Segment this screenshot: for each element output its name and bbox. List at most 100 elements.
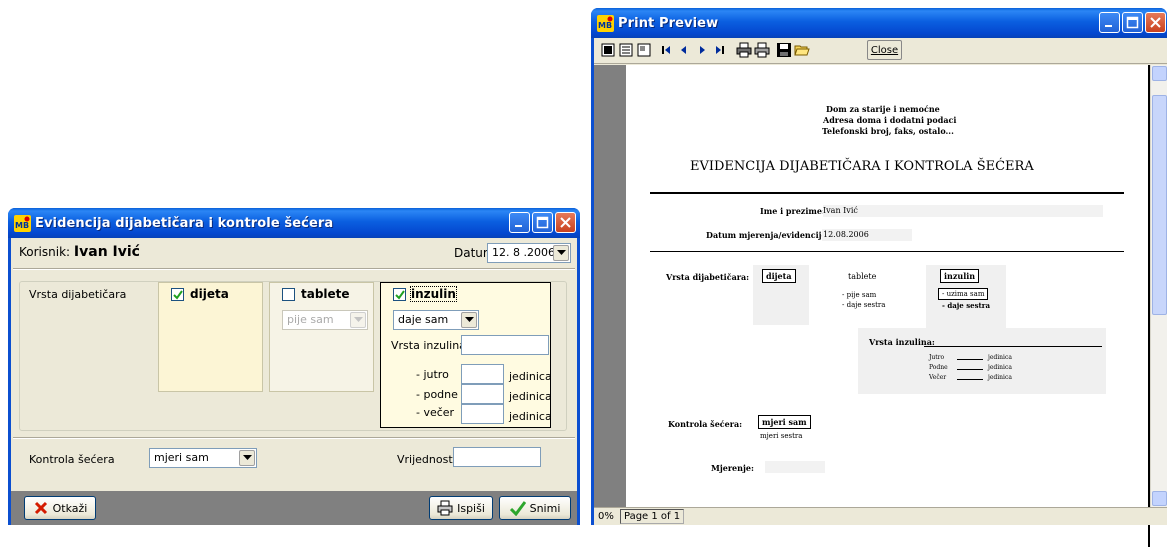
report-measure-label: Mjerenje: bbox=[711, 463, 754, 473]
scroll-down-button[interactable] bbox=[1152, 491, 1167, 506]
dose-jutro-label: - jutro bbox=[416, 368, 449, 381]
dose-podne-input[interactable] bbox=[461, 384, 504, 404]
printer-icon bbox=[437, 500, 453, 516]
report-page: Dom za starije i nemoćne Adresa doma i d… bbox=[626, 65, 1164, 547]
app-logo-icon: MB bbox=[14, 214, 31, 232]
form-title-bar[interactable]: MB Evidencija dijabetičara i kontrole še… bbox=[8, 208, 580, 238]
report-rule-mid bbox=[650, 251, 1124, 252]
print-preview-window: MB Print Preview Close Dom za starije i bbox=[591, 8, 1167, 547]
insulin-type-label: Vrsta inzulina: bbox=[391, 339, 470, 352]
inzulin-combo[interactable]: daje sam bbox=[393, 310, 479, 330]
report-title: EVIDENCIJA DIJABETIČARA I KONTROLA ŠEĆER… bbox=[690, 159, 1034, 174]
preview-title: Print Preview bbox=[618, 15, 719, 31]
minimize-button[interactable] bbox=[1099, 12, 1120, 33]
report-dijeta: dijeta bbox=[762, 269, 796, 283]
dose-jutro-input[interactable] bbox=[461, 364, 504, 384]
chevron-down-icon[interactable] bbox=[461, 312, 477, 328]
dose-podne-unit: jedinica bbox=[509, 390, 552, 403]
dose-jutro-unit: jedinica bbox=[509, 370, 552, 383]
print-button-label: Ispiši bbox=[457, 501, 485, 515]
svg-text:MB: MB bbox=[598, 21, 612, 30]
value-input[interactable] bbox=[453, 447, 541, 467]
preview-title-bar[interactable]: MB Print Preview bbox=[591, 8, 1167, 38]
cancel-button-label: Otkaži bbox=[52, 501, 88, 515]
one-page-view-icon[interactable] bbox=[600, 42, 616, 58]
report-name-value: Ivan Ivić bbox=[823, 206, 858, 215]
dijeta-panel: dijeta bbox=[158, 282, 263, 392]
report-tablete-opt-1: - pije sam bbox=[842, 291, 877, 299]
cancel-button[interactable]: Otkaži bbox=[24, 496, 96, 520]
report-header-line-2: Adresa doma i dodatni podaci bbox=[823, 115, 957, 125]
tablete-label: tablete bbox=[301, 287, 350, 301]
scroll-thumb[interactable] bbox=[1152, 95, 1167, 315]
sugar-control-combo[interactable]: mjeri sam bbox=[149, 448, 257, 468]
report-inzulin-opt-2: - daje sestra bbox=[942, 301, 990, 310]
last-page-icon[interactable] bbox=[712, 42, 728, 58]
dijeta-checkbox[interactable] bbox=[171, 288, 184, 301]
user-label: Korisnik: bbox=[19, 245, 71, 259]
print-setup-icon[interactable] bbox=[736, 42, 752, 58]
print-button[interactable]: Ispiši bbox=[429, 496, 493, 520]
vertical-scrollbar[interactable] bbox=[1150, 65, 1167, 507]
cancel-x-icon bbox=[34, 501, 47, 515]
save-button[interactable]: Snimi bbox=[499, 496, 571, 520]
inzulin-label: inzulin bbox=[410, 286, 457, 302]
maximize-button[interactable] bbox=[1122, 12, 1143, 33]
report-dose-vecer: Večer bbox=[929, 374, 947, 381]
report-rule-top bbox=[650, 192, 1124, 194]
svg-text:MB: MB bbox=[15, 221, 29, 230]
open-folder-icon[interactable] bbox=[794, 42, 810, 58]
report-dose-jutro-unit: jedinica bbox=[988, 354, 1012, 361]
close-window-button[interactable] bbox=[1145, 12, 1166, 33]
minimize-button[interactable] bbox=[509, 212, 530, 233]
dose-podne-label: - podne bbox=[416, 388, 458, 401]
user-row: Korisnik: Ivan Ivić bbox=[19, 244, 140, 260]
chevron-down-icon[interactable] bbox=[239, 450, 255, 466]
report-tablete: tablete bbox=[848, 272, 877, 281]
preview-area: Dom za starije i nemoćne Adresa doma i d… bbox=[594, 65, 1164, 547]
form-title: Evidencija dijabetičara i kontrole šećer… bbox=[35, 215, 334, 231]
form-window: MB Evidencija dijabetičara i kontrole še… bbox=[8, 208, 580, 525]
two-page-view-icon[interactable] bbox=[618, 42, 634, 58]
checkmark-icon bbox=[509, 501, 526, 516]
report-control-label: Kontrola šećera: bbox=[668, 419, 743, 429]
report-dose-vecer-unit: jedinica bbox=[988, 374, 1012, 381]
dose-vecer-label: - večer bbox=[416, 406, 455, 419]
tablete-checkbox[interactable] bbox=[282, 288, 295, 301]
preview-toolbar: Close bbox=[594, 38, 1167, 64]
button-bar: Otkaži Ispiši Snimi bbox=[11, 491, 577, 525]
inzulin-checkbox[interactable] bbox=[393, 288, 406, 301]
close-preview-button[interactable]: Close bbox=[867, 40, 902, 60]
scroll-up-button[interactable] bbox=[1152, 66, 1167, 81]
tablete-panel: tablete pije sam bbox=[269, 282, 374, 392]
date-picker[interactable]: 12. 8 .2006 bbox=[487, 243, 571, 263]
maximize-button[interactable] bbox=[532, 212, 553, 233]
diabetic-type-group: Vrsta dijabetičara dijeta tablete pije s… bbox=[19, 281, 567, 431]
user-name: Ivan Ivić bbox=[73, 244, 140, 260]
report-header-line-1: Dom za starije i nemoćne bbox=[826, 104, 940, 114]
report-dose-jutro: Jutro bbox=[929, 354, 945, 361]
dose-vecer-unit: jedinica bbox=[509, 410, 552, 423]
report-inzulin-opt-1: - uzima sam bbox=[938, 288, 989, 300]
first-page-icon[interactable] bbox=[658, 42, 674, 58]
form-client-area: Korisnik: Ivan Ivić Datum: 12. 8 .2006 V… bbox=[11, 238, 577, 525]
tablete-combo[interactable]: pije sam bbox=[282, 310, 368, 330]
tablete-combo-value: pije sam bbox=[287, 313, 334, 326]
status-bar: 0% Page 1 of 1 bbox=[594, 507, 1167, 525]
report-inzulin: inzulin bbox=[940, 269, 980, 283]
dose-vecer-input[interactable] bbox=[461, 404, 504, 424]
app-logo-icon: MB bbox=[597, 14, 614, 32]
close-window-button[interactable] bbox=[555, 212, 576, 233]
printer-icon[interactable] bbox=[754, 42, 770, 58]
chevron-down-icon[interactable] bbox=[553, 245, 569, 261]
report-control-opt-1: mjeri sam bbox=[758, 415, 811, 429]
report-type-label: Vrsta dijabetičara: bbox=[666, 272, 750, 282]
insulin-type-input[interactable] bbox=[461, 335, 549, 355]
previous-page-icon[interactable] bbox=[676, 42, 692, 58]
next-page-icon[interactable] bbox=[694, 42, 710, 58]
status-zoom: 0% bbox=[598, 511, 614, 522]
save-disk-icon[interactable] bbox=[776, 42, 792, 58]
zoom-view-icon[interactable] bbox=[636, 42, 652, 58]
report-date-value: 12.08.2006 bbox=[823, 230, 869, 239]
sugar-control-label: Kontrola šećera bbox=[29, 453, 115, 466]
